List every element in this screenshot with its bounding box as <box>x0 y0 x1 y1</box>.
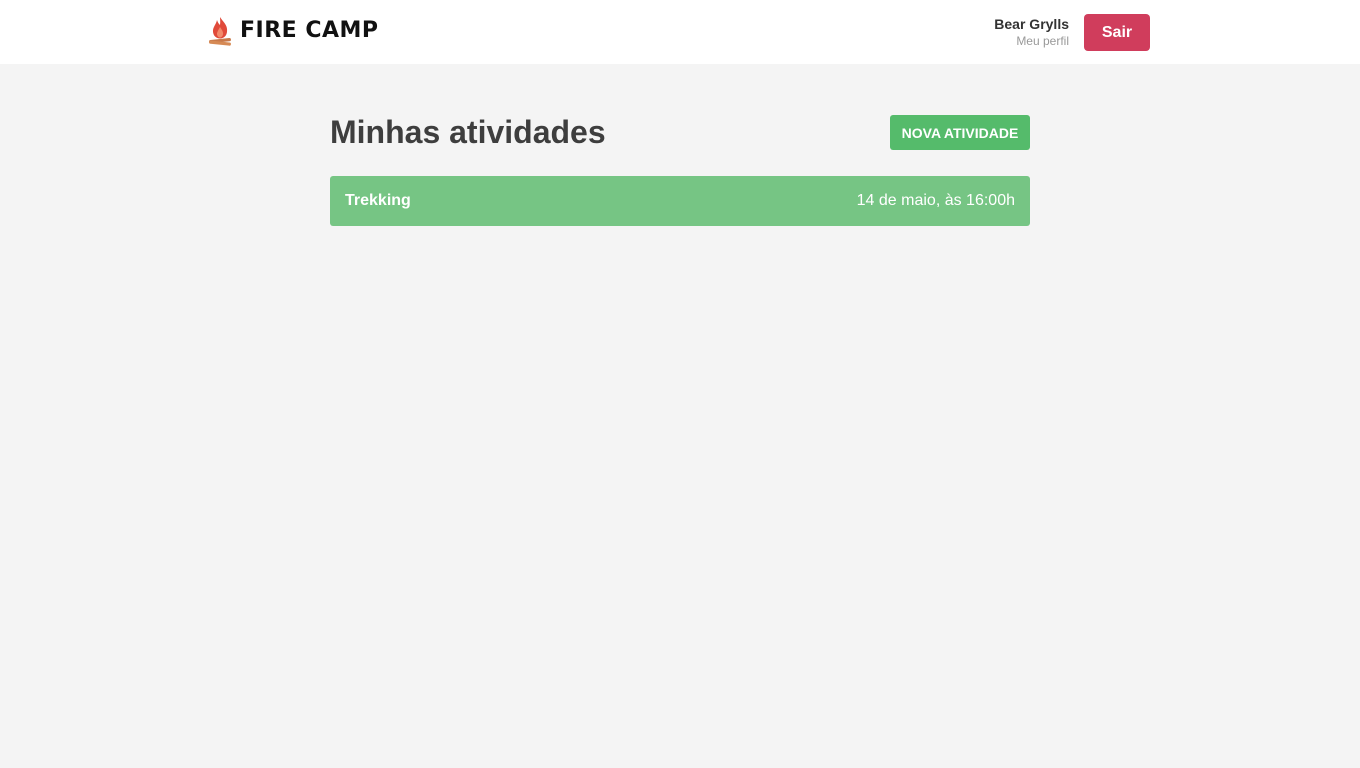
activity-item[interactable]: Trekking 14 de maio, às 16:00h <box>330 176 1030 226</box>
campfire-icon <box>208 16 232 46</box>
logo[interactable]: FIRE CAMP <box>208 16 379 46</box>
my-profile-link[interactable]: Meu perfil <box>994 34 1069 49</box>
user-name: Bear Grylls <box>994 16 1069 32</box>
page-header: Minhas atividades NOVA ATIVIDADE <box>330 114 1030 150</box>
activity-list: Trekking 14 de maio, às 16:00h <box>330 176 1030 226</box>
logo-text: FIRE CAMP <box>240 18 379 43</box>
page-title: Minhas atividades <box>330 114 606 150</box>
activity-name: Trekking <box>345 192 411 209</box>
new-activity-button[interactable]: NOVA ATIVIDADE <box>890 115 1030 150</box>
logout-button[interactable]: Sair <box>1084 14 1150 51</box>
user-info: Bear Grylls Meu perfil <box>994 15 1069 49</box>
main-content: Minhas atividades NOVA ATIVIDADE Trekkin… <box>330 114 1030 236</box>
top-bar: FIRE CAMP Bear Grylls Meu perfil Sair <box>0 0 1360 64</box>
activity-date: 14 de maio, às 16:00h <box>856 192 1015 209</box>
